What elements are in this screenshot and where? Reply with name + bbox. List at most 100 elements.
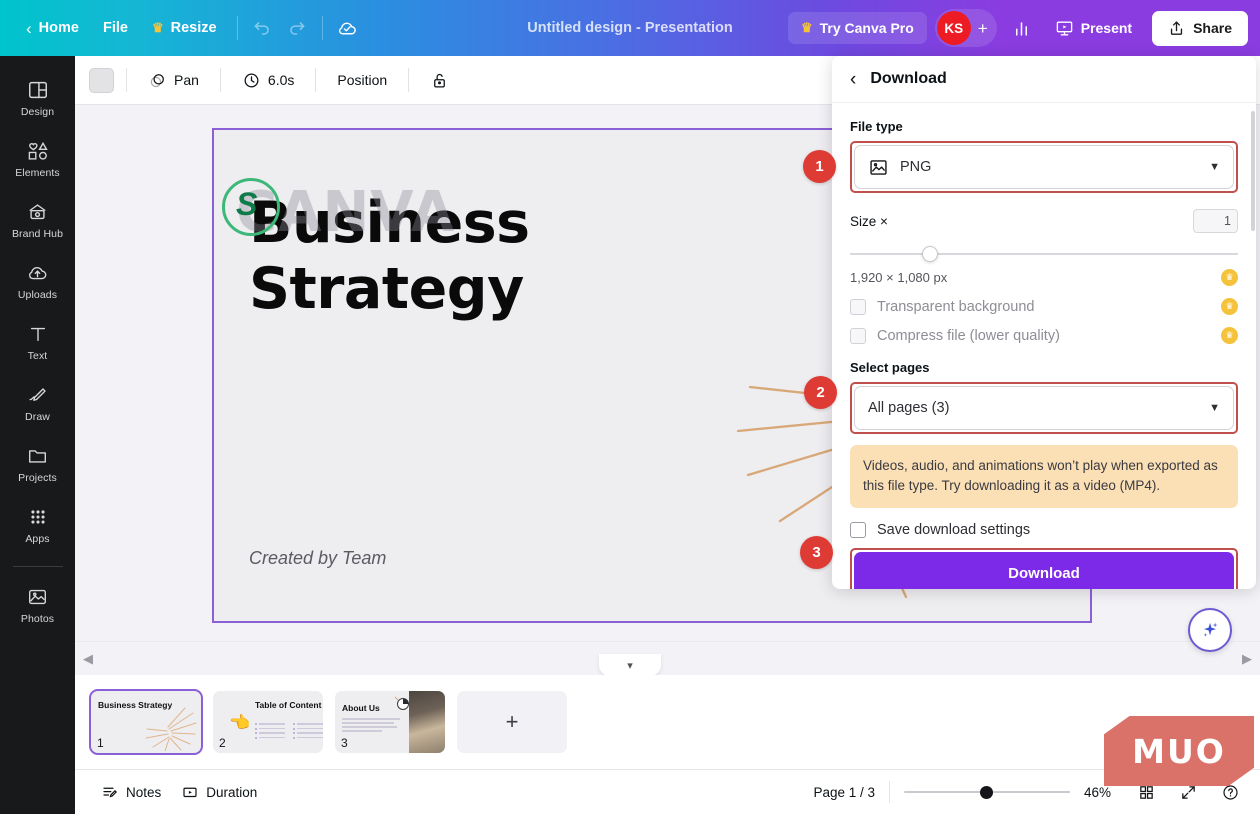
slide-credit[interactable]: Created by Team [249,545,386,571]
thumb-list [255,723,323,739]
insights-button[interactable] [1005,11,1039,45]
sidebar-item-elements[interactable]: Elements [5,131,71,186]
add-page-button[interactable]: + [457,691,567,753]
file-menu-button[interactable]: File [91,13,140,43]
clock-icon [242,71,261,90]
download-button[interactable]: Download [854,552,1234,590]
sidebar-item-photos[interactable]: Photos [5,577,71,632]
page-thumbnail-2[interactable]: 👈 Table of Content 2 [213,691,323,753]
design-layout-icon [27,79,49,101]
collaborators-group[interactable]: KS + [935,9,997,47]
sidebar-item-apps[interactable]: Apps [5,497,71,552]
cloud-saved-button[interactable] [331,11,365,45]
redo-button[interactable] [280,11,314,45]
lock-button[interactable] [421,65,458,96]
hand-icon: 👈 [229,713,250,733]
undo-icon [253,19,272,38]
sidebar-item-brand-hub[interactable]: Brand Hub [5,192,71,247]
undo-button[interactable] [246,11,280,45]
position-label: Position [337,72,387,88]
color-swatch-button[interactable] [89,68,114,93]
zoom-knob[interactable] [980,786,993,799]
file-type-highlight: PNG ▼ [850,141,1238,193]
magic-ai-button[interactable] [1188,608,1232,652]
size-slider-knob[interactable] [922,246,938,262]
sidebar-item-uploads[interactable]: Uploads [5,253,71,308]
size-slider[interactable] [850,243,1238,265]
sidebar-label: Draw [25,411,50,423]
transparent-background-checkbox[interactable] [850,299,866,315]
canva-watermark-glyph: S [236,186,257,223]
file-type-label: File type [850,119,1238,134]
size-row: Size × 1 [850,209,1238,233]
notes-button[interactable]: Notes [91,777,171,807]
back-button[interactable]: ‹ [850,70,856,89]
canva-editor-window: ‹ Home File ♛ Resize [0,0,1260,814]
try-canva-pro-button[interactable]: ♛ Try Canva Pro [788,12,927,44]
panel-scrollbar[interactable] [1251,111,1255,231]
file-type-select[interactable]: PNG ▼ [854,145,1234,189]
select-pages-highlight: All pages (3) ▼ [850,382,1238,434]
sidebar-label: Text [28,350,48,362]
compress-file-row[interactable]: Compress file (lower quality) ♛ [850,327,1238,344]
thumb-number: 1 [97,736,104,750]
thumb-list-column [293,723,323,739]
thumb-title: Table of Content [255,700,321,711]
crown-icon: ♛ [152,20,164,36]
list-item [255,728,285,730]
muo-watermark-text: MUO [1132,732,1226,771]
transparent-background-row[interactable]: Transparent background ♛ [850,298,1238,315]
expand-icon [1180,784,1197,801]
pan-label: Pan [174,72,199,88]
sidebar-label: Apps [25,533,49,545]
list-item [293,737,323,739]
sidebar-item-projects[interactable]: Projects [5,436,71,491]
download-panel: ‹ Download File type PNG ▼ Size × 1 [832,56,1256,589]
page-thumbnail-1[interactable]: Business Strategy 1 [91,691,201,753]
crown-icon: ♛ [801,20,813,36]
chevron-down-icon: ▼ [1209,161,1220,173]
divider [315,68,316,92]
pixel-dimensions: 1,920 × 1,080 px [850,270,947,285]
slide-title[interactable]: Business Strategy [249,190,729,322]
size-label: Size × [850,214,888,229]
sunburst-decoration [143,707,197,751]
notes-pencil-icon [101,783,119,801]
save-settings-row[interactable]: Save download settings [850,522,1238,538]
thumb-title: About Us [342,703,380,713]
select-pages-value: All pages (3) [868,400,1198,416]
chevron-down-icon: ▾ [627,659,633,672]
chevron-right-icon[interactable]: ▶ [1242,651,1252,667]
step-badge-2: 2 [804,376,837,409]
bottom-status-bar: Notes Duration Page 1 / 3 46% [75,769,1260,814]
share-button[interactable]: Share [1152,11,1248,46]
top-left-group: ‹ Home File ♛ Resize [0,11,365,45]
position-button[interactable]: Position [328,66,396,94]
present-button[interactable]: Present [1043,11,1144,46]
select-pages-select[interactable]: All pages (3) ▼ [854,386,1234,430]
sidebar-item-draw[interactable]: Draw [5,375,71,430]
chevron-left-icon[interactable]: ◀ [83,651,93,667]
home-button[interactable]: ‹ Home [14,13,91,44]
zoom-slider[interactable] [904,783,1070,801]
canvas-horizontal-scrollbar[interactable]: ◀ ▶ [75,641,1260,675]
save-settings-checkbox[interactable] [850,522,866,538]
crown-icon: ♛ [1221,298,1238,315]
sidebar-label: Brand Hub [12,228,63,240]
compress-file-checkbox[interactable] [850,328,866,344]
draw-pen-icon [26,384,49,406]
page-thumbnail-3[interactable]: About Us 3 [335,691,445,753]
pages-strip: Business Strategy 1 👈 Table of Content [75,675,1260,769]
pan-button[interactable]: Pan [139,65,208,96]
sidebar-item-text[interactable]: Text [5,314,71,369]
apps-grid-icon [27,506,49,528]
thumb-photo [409,691,445,753]
duration-button[interactable]: Duration [171,777,267,807]
sidebar-item-design[interactable]: Design [5,70,71,125]
select-pages-label: Select pages [850,360,1238,375]
resize-button[interactable]: ♛ Resize [140,13,229,43]
collapse-panel-toggle[interactable]: ▾ [599,654,661,676]
duration-button[interactable]: 6.0s [233,65,303,96]
file-type-value: PNG [900,159,1198,175]
size-input[interactable]: 1 [1193,209,1238,233]
